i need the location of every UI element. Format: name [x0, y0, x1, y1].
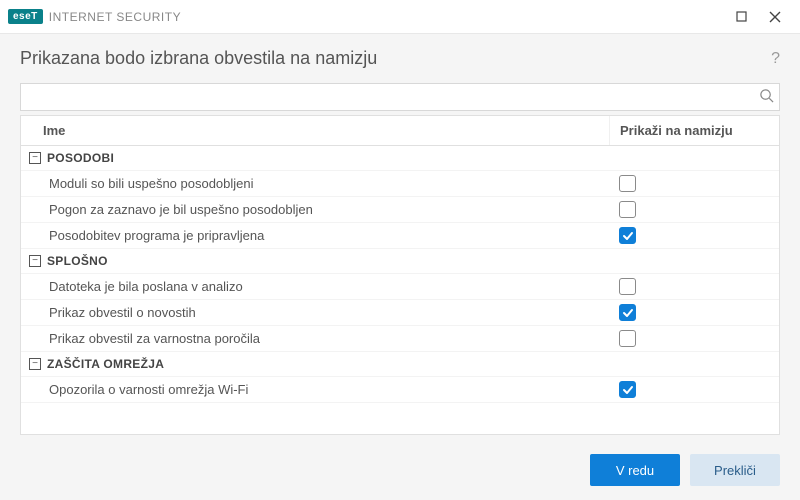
- show-on-desktop-checkbox[interactable]: [619, 304, 636, 321]
- window-maximize-button[interactable]: [724, 0, 758, 34]
- group-row: −ZAŠČITA OMREŽJA: [21, 352, 779, 377]
- show-on-desktop-checkbox[interactable]: [619, 278, 636, 295]
- titlebar: eseT INTERNET SECURITY: [0, 0, 800, 34]
- show-on-desktop-checkbox[interactable]: [619, 201, 636, 218]
- brand-badge: eseT: [8, 9, 43, 24]
- search-row: [20, 83, 780, 111]
- table-row: Moduli so bili uspešno posodobljeni: [21, 171, 779, 197]
- notification-table: Ime Prikaži na namizju −POSODOBIModuli s…: [20, 115, 780, 435]
- table-row: Pogon za zaznavo je bil uspešno posodobl…: [21, 197, 779, 223]
- column-header-show[interactable]: Prikaži na namizju: [609, 116, 779, 145]
- notification-name: Pogon za zaznavo je bil uspešno posodobl…: [21, 198, 609, 221]
- table-row: Prikaz obvestil o novostih: [21, 300, 779, 326]
- show-on-desktop-checkbox[interactable]: [619, 227, 636, 244]
- notification-checkbox-cell: [609, 173, 779, 194]
- table-row: Datoteka je bila poslana v analizo: [21, 274, 779, 300]
- table-row: Prikaz obvestil za varnostna poročila: [21, 326, 779, 352]
- notification-name: Posodobitev programa je pripravljena: [21, 224, 609, 247]
- brand-product-name: INTERNET SECURITY: [49, 10, 181, 24]
- page-header: Prikazana bodo izbrana obvestila na nami…: [20, 48, 780, 69]
- cancel-button[interactable]: Prekliči: [690, 454, 780, 486]
- notification-name: Datoteka je bila poslana v analizo: [21, 275, 609, 298]
- help-button[interactable]: ?: [771, 50, 780, 68]
- close-icon: [769, 11, 781, 23]
- notification-name: Opozorila o varnosti omrežja Wi-Fi: [21, 378, 609, 401]
- square-icon: [736, 11, 747, 22]
- group-row: −POSODOBI: [21, 146, 779, 171]
- search-input[interactable]: [20, 83, 780, 111]
- group-label: POSODOBI: [47, 151, 114, 165]
- notification-name: Moduli so bili uspešno posodobljeni: [21, 172, 609, 195]
- window-close-button[interactable]: [758, 0, 792, 34]
- page-title: Prikazana bodo izbrana obvestila na nami…: [20, 48, 377, 69]
- brand: eseT INTERNET SECURITY: [8, 9, 181, 24]
- collapse-toggle[interactable]: −: [29, 358, 41, 370]
- column-header-name[interactable]: Ime: [21, 116, 609, 145]
- notification-checkbox-cell: [609, 379, 779, 400]
- show-on-desktop-checkbox[interactable]: [619, 330, 636, 347]
- notification-checkbox-cell: [609, 276, 779, 297]
- group-label: SPLOŠNO: [47, 254, 108, 268]
- show-on-desktop-checkbox[interactable]: [619, 175, 636, 192]
- group-row: −SPLOŠNO: [21, 249, 779, 274]
- notification-checkbox-cell: [609, 328, 779, 349]
- table-row: Opozorila o varnosti omrežja Wi-Fi: [21, 377, 779, 403]
- notification-checkbox-cell: [609, 302, 779, 323]
- notification-checkbox-cell: [609, 225, 779, 246]
- table-header: Ime Prikaži na namizju: [21, 116, 779, 146]
- show-on-desktop-checkbox[interactable]: [619, 381, 636, 398]
- notification-name: Prikaz obvestil o novostih: [21, 301, 609, 324]
- notification-checkbox-cell: [609, 199, 779, 220]
- dialog-footer: V redu Prekliči: [590, 454, 780, 486]
- collapse-toggle[interactable]: −: [29, 255, 41, 267]
- ok-button[interactable]: V redu: [590, 454, 680, 486]
- table-row: Posodobitev programa je pripravljena: [21, 223, 779, 249]
- group-label: ZAŠČITA OMREŽJA: [47, 357, 164, 371]
- notification-name: Prikaz obvestil za varnostna poročila: [21, 327, 609, 350]
- collapse-toggle[interactable]: −: [29, 152, 41, 164]
